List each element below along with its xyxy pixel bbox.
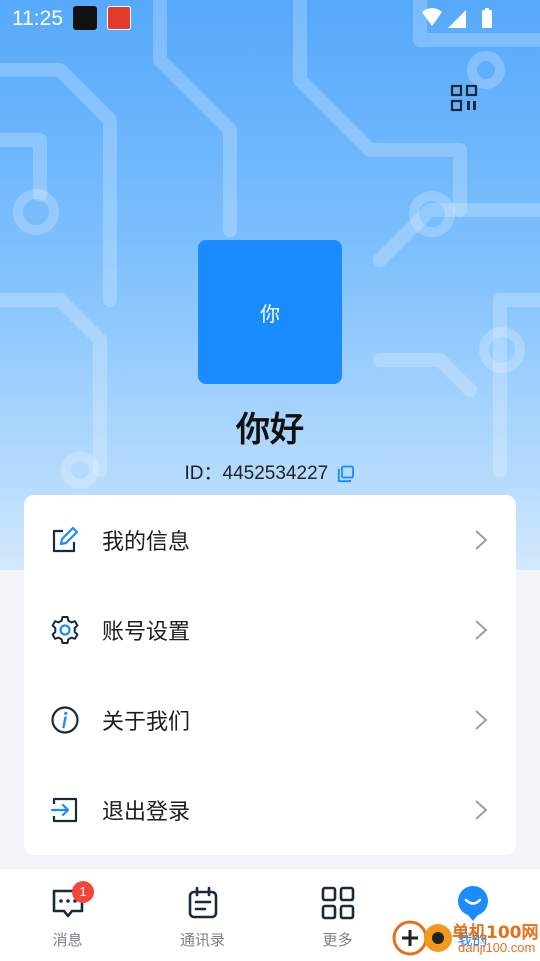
menu-item-label: 我的信息 [102,530,191,555]
battery-icon [482,10,492,28]
menu-item-label: 退出登录 [102,800,191,825]
menu-item-about-us[interactable]: 关于我们 [24,675,516,765]
contacts-icon [188,886,217,919]
user-id-value: 4452534227 [222,463,329,484]
menu-item-label: 账号设置 [102,620,191,645]
tab-label: 通讯录 [179,931,225,949]
chevron-right-icon [475,530,488,550]
user-greeting: 你好 [236,410,304,450]
tab-contacts[interactable]: 通讯录 [135,869,270,961]
unread-badge: 1 [72,881,94,903]
grid-icon [321,886,354,920]
user-id-label: ID： [184,463,223,484]
gear-icon [51,616,79,644]
tab-more[interactable]: 更多 [270,869,405,961]
info-icon [51,706,79,734]
chevron-right-icon [475,710,488,730]
notification-app-icon [73,6,97,30]
avatar-text: 你 [260,301,280,326]
notification-app-icon-2 [107,6,131,30]
qr-code-icon[interactable] [450,84,478,112]
edit-icon [52,526,79,553]
chevron-right-icon [475,620,488,640]
menu-card: 我的信息 账号设置 关于我们 退出登录 [24,495,516,855]
menu-item-my-info[interactable]: 我的信息 [24,495,516,585]
menu-item-account-settings[interactable]: 账号设置 [24,585,516,675]
logout-icon [50,797,78,823]
tab-label: 更多 [322,931,353,949]
chevron-right-icon [475,800,488,820]
tab-messages[interactable]: 1 消息 [0,869,135,961]
copy-icon[interactable] [337,465,355,483]
watermark-url: danji100.com [458,940,536,955]
tab-label: 消息 [52,931,83,949]
wifi-icon [422,8,442,26]
status-time: 11:25 [12,7,63,30]
menu-item-logout[interactable]: 退出登录 [24,765,516,855]
avatar[interactable]: 你 [198,240,342,384]
menu-item-label: 关于我们 [102,710,191,735]
system-status-icons [422,8,492,28]
signal-icon [448,10,466,28]
user-id-line: ID：4452534227 [0,458,540,485]
status-bar: 11:25 [0,0,540,36]
